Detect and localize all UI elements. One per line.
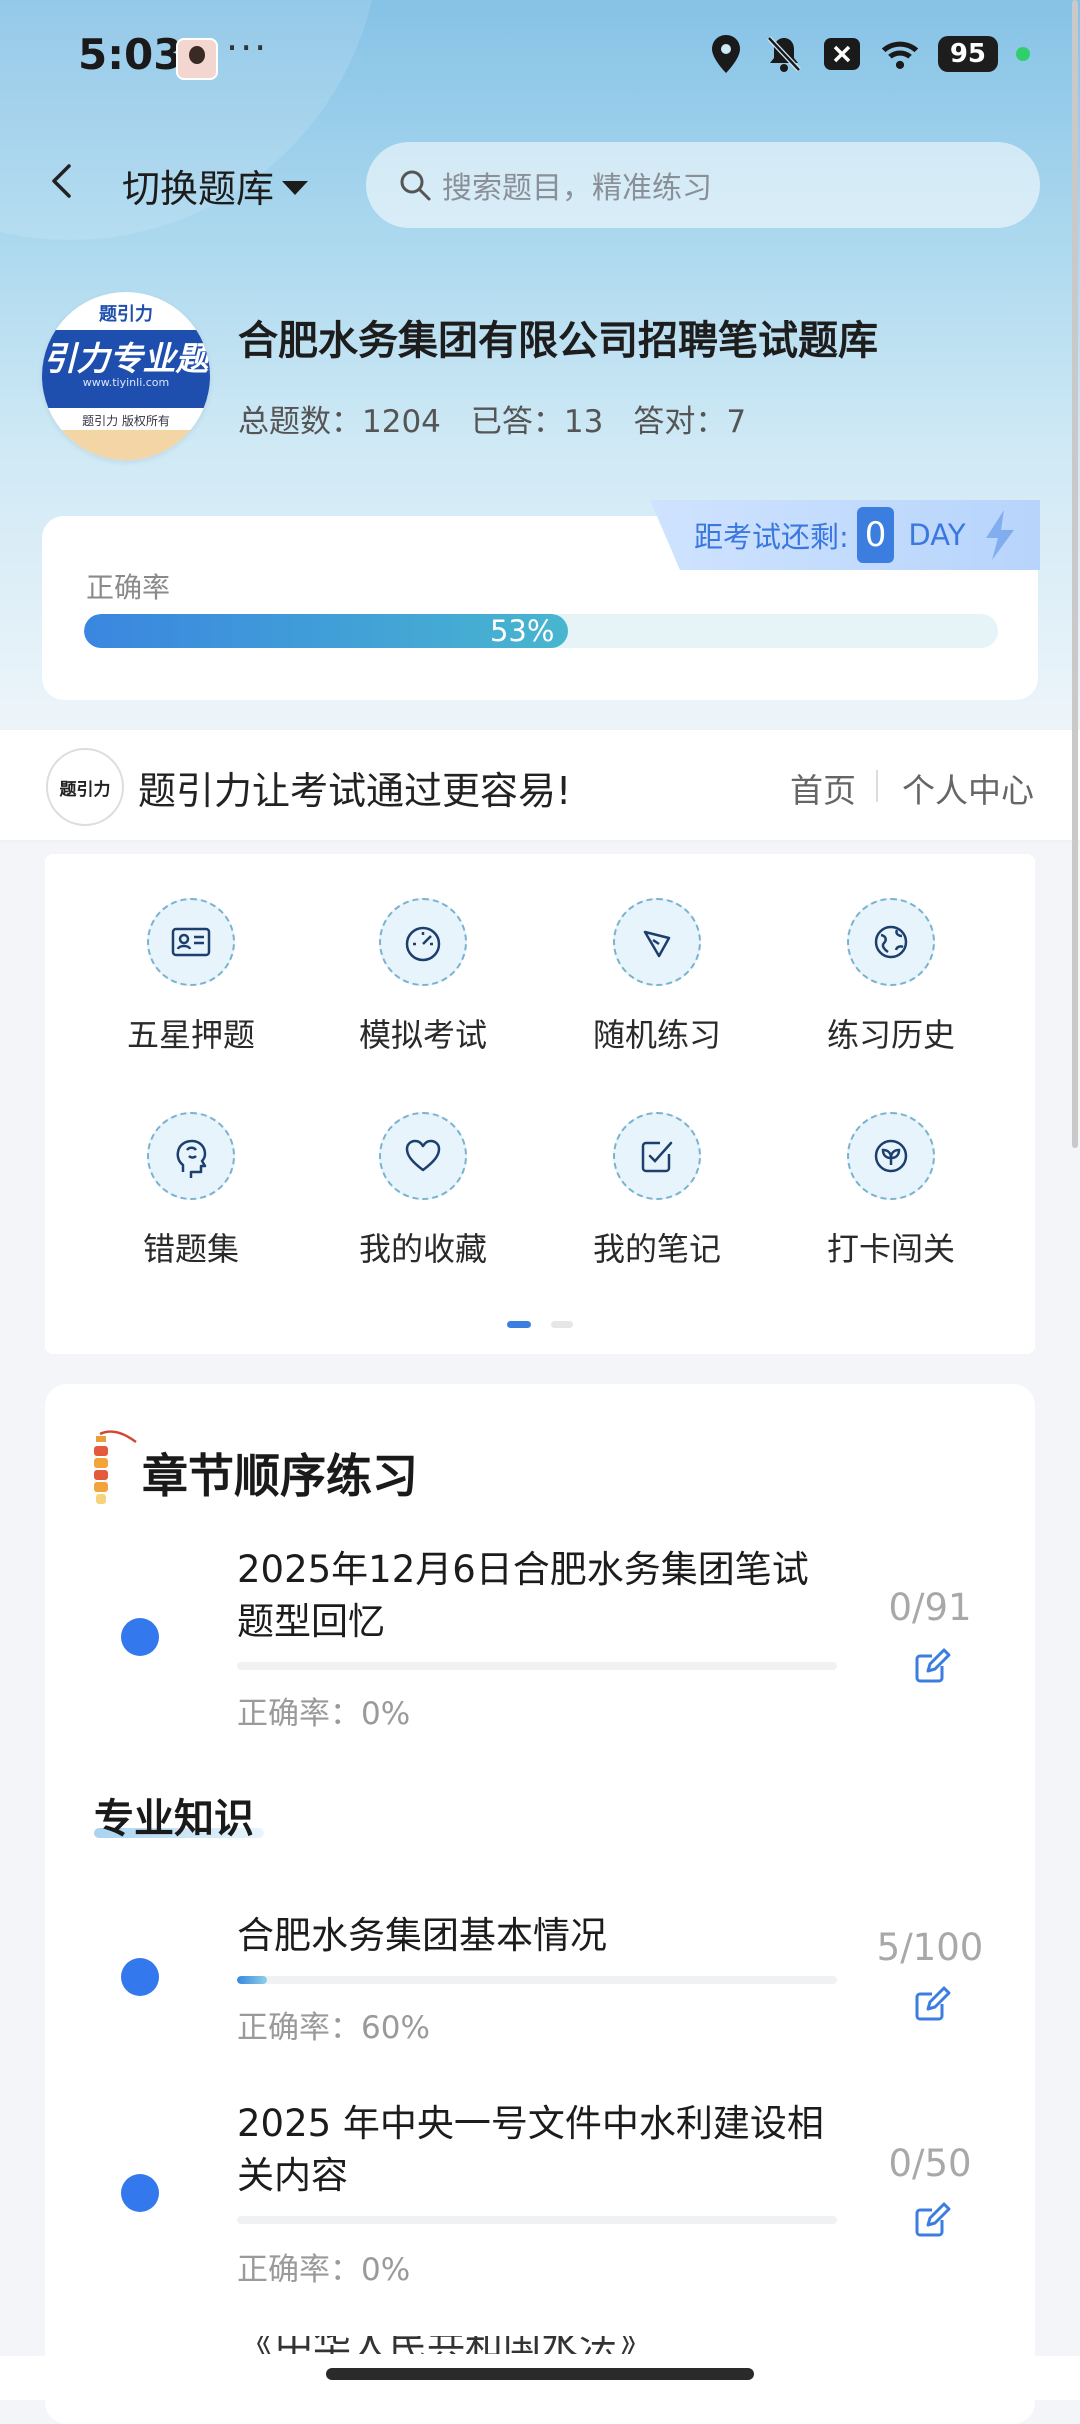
globe-icon bbox=[847, 898, 935, 986]
func-label: 随机练习 bbox=[592, 1016, 721, 1054]
question-bank-logo: 题引力 引力专业题 www.tiyinli.com 题引力 版权所有 bbox=[42, 292, 210, 460]
avatar-icon bbox=[176, 38, 218, 80]
func-label: 打卡闯关 bbox=[826, 1230, 955, 1268]
speedometer-icon bbox=[379, 898, 467, 986]
bell-off-icon bbox=[764, 34, 804, 74]
correct-count: 答对：7 bbox=[633, 404, 747, 440]
status-bar: 5:03 ··· 95 bbox=[0, 0, 1080, 110]
slogan-text: 题引力让考试通过更容易! bbox=[138, 769, 572, 813]
chapter-accuracy: 正确率：60% bbox=[237, 2010, 430, 2046]
edit-icon[interactable] bbox=[912, 1646, 952, 1686]
status-more: ··· bbox=[226, 26, 269, 70]
chapter-progress bbox=[237, 1662, 837, 1670]
countdown-label: 距考试还剩: bbox=[694, 520, 849, 554]
accuracy-label: 正确率 bbox=[86, 571, 171, 604]
chapter-bullet-icon bbox=[121, 2174, 159, 2212]
heart-icon bbox=[379, 1112, 467, 1200]
scrollbar[interactable] bbox=[1072, 0, 1078, 1148]
caret-down-icon bbox=[282, 180, 309, 195]
chapter-progress bbox=[237, 1976, 837, 1984]
chapter-count: 0/91 bbox=[888, 1586, 972, 1629]
func-check-in[interactable]: 打卡闯关 bbox=[786, 1112, 996, 1270]
lightning-icon bbox=[985, 510, 1014, 560]
brain-head-icon bbox=[147, 1112, 235, 1200]
firecracker-icon bbox=[94, 1430, 137, 1504]
switch-library-button[interactable]: 切换题库 bbox=[122, 158, 309, 213]
home-indicator[interactable] bbox=[326, 2368, 754, 2380]
status-dot-icon bbox=[1016, 47, 1030, 61]
func-label: 模拟考试 bbox=[358, 1016, 487, 1054]
status-time: 5:03 bbox=[78, 30, 183, 79]
search-placeholder: 搜索题目，精准练习 bbox=[442, 171, 712, 206]
chapter-progress-fill bbox=[237, 1976, 267, 1984]
func-label: 练习历史 bbox=[826, 1016, 955, 1054]
brand-logo: 题引力 bbox=[46, 748, 124, 826]
nav-home-link[interactable]: 首页 bbox=[790, 764, 856, 812]
func-my-notes[interactable]: 我的笔记 bbox=[552, 1112, 762, 1270]
location-icon bbox=[706, 34, 746, 74]
accuracy-percent: 53% bbox=[489, 614, 555, 648]
countdown-value: 0 bbox=[856, 507, 895, 563]
network-icon bbox=[613, 898, 701, 986]
edit-icon[interactable] bbox=[912, 2200, 952, 2240]
chapter-count: 0/50 bbox=[888, 2142, 972, 2185]
chapter-progress bbox=[237, 2216, 837, 2224]
close-box-icon bbox=[822, 34, 862, 74]
accuracy-progress-fill: 53% bbox=[84, 614, 569, 648]
func-label: 我的笔记 bbox=[592, 1230, 721, 1268]
chapter-title-partial[interactable]: 《中华人民共和国水法》 bbox=[237, 2336, 655, 2354]
exam-countdown: 距考试还剩: 0 DAY bbox=[650, 500, 1040, 570]
func-random-practice[interactable]: 随机练习 bbox=[552, 898, 762, 1056]
chapter-title[interactable]: 2025 年中央一号文件中水利建设相关内容 bbox=[237, 2098, 837, 2202]
brand-logo-text: 题引力 bbox=[59, 779, 111, 800]
chapter-card bbox=[45, 1384, 1035, 2424]
func-mock-exam[interactable]: 模拟考试 bbox=[318, 898, 528, 1056]
section-title: 专业知识 bbox=[94, 1796, 254, 1842]
total-count: 总题数：1204 bbox=[238, 404, 441, 440]
func-label: 五星押题 bbox=[126, 1016, 255, 1054]
pager-dot[interactable] bbox=[551, 1321, 573, 1328]
func-practice-history[interactable]: 练习历史 bbox=[786, 898, 996, 1056]
func-wrong-questions[interactable]: 错题集 bbox=[86, 1112, 296, 1270]
func-label: 我的收藏 bbox=[358, 1230, 487, 1268]
wifi-icon bbox=[880, 34, 920, 74]
edit-icon[interactable] bbox=[912, 1984, 952, 2024]
chapter-section-title: 章节顺序练习 bbox=[142, 1449, 418, 1503]
battery-icon: 95 bbox=[937, 36, 998, 72]
countdown-unit: DAY bbox=[908, 518, 966, 552]
slogan-bar: 题引力 题引力让考试通过更容易! 首页 个人中心 bbox=[0, 730, 1080, 840]
search-icon bbox=[400, 170, 431, 201]
back-icon[interactable] bbox=[40, 158, 86, 204]
answered-count: 已答：13 bbox=[470, 404, 604, 440]
pager-dot-active[interactable] bbox=[507, 1321, 531, 1328]
switch-library-label: 切换题库 bbox=[122, 167, 275, 211]
chapter-accuracy: 正确率：0% bbox=[237, 1696, 411, 1732]
bank-stats: 总题数：1204 已答：13 答对：7 bbox=[238, 396, 746, 441]
accuracy-progress: 53% bbox=[84, 614, 998, 648]
nav-user-center-link[interactable]: 个人中心 bbox=[902, 764, 1034, 812]
chapter-title[interactable]: 2025年12月6日合肥水务集团笔试题型回忆 bbox=[237, 1544, 837, 1648]
func-five-star[interactable]: 五星押题 bbox=[86, 898, 296, 1056]
chapter-accuracy: 正确率：0% bbox=[237, 2252, 411, 2288]
id-card-icon bbox=[147, 898, 235, 986]
nav-divider bbox=[876, 770, 878, 802]
search-bar[interactable]: 搜索题目，精准练习 bbox=[366, 142, 1040, 228]
func-favorites[interactable]: 我的收藏 bbox=[318, 1112, 528, 1270]
note-check-icon bbox=[613, 1112, 701, 1200]
bank-title: 合肥水务集团有限公司招聘笔试题库 bbox=[238, 318, 878, 364]
chapter-title[interactable]: 合肥水务集团基本情况 bbox=[237, 1910, 837, 1962]
func-label: 错题集 bbox=[142, 1230, 239, 1268]
chapter-bullet-icon bbox=[121, 1618, 159, 1656]
chapter-count: 5/100 bbox=[876, 1926, 984, 1969]
chapter-bullet-icon bbox=[121, 1958, 159, 1996]
sprout-icon bbox=[847, 1112, 935, 1200]
